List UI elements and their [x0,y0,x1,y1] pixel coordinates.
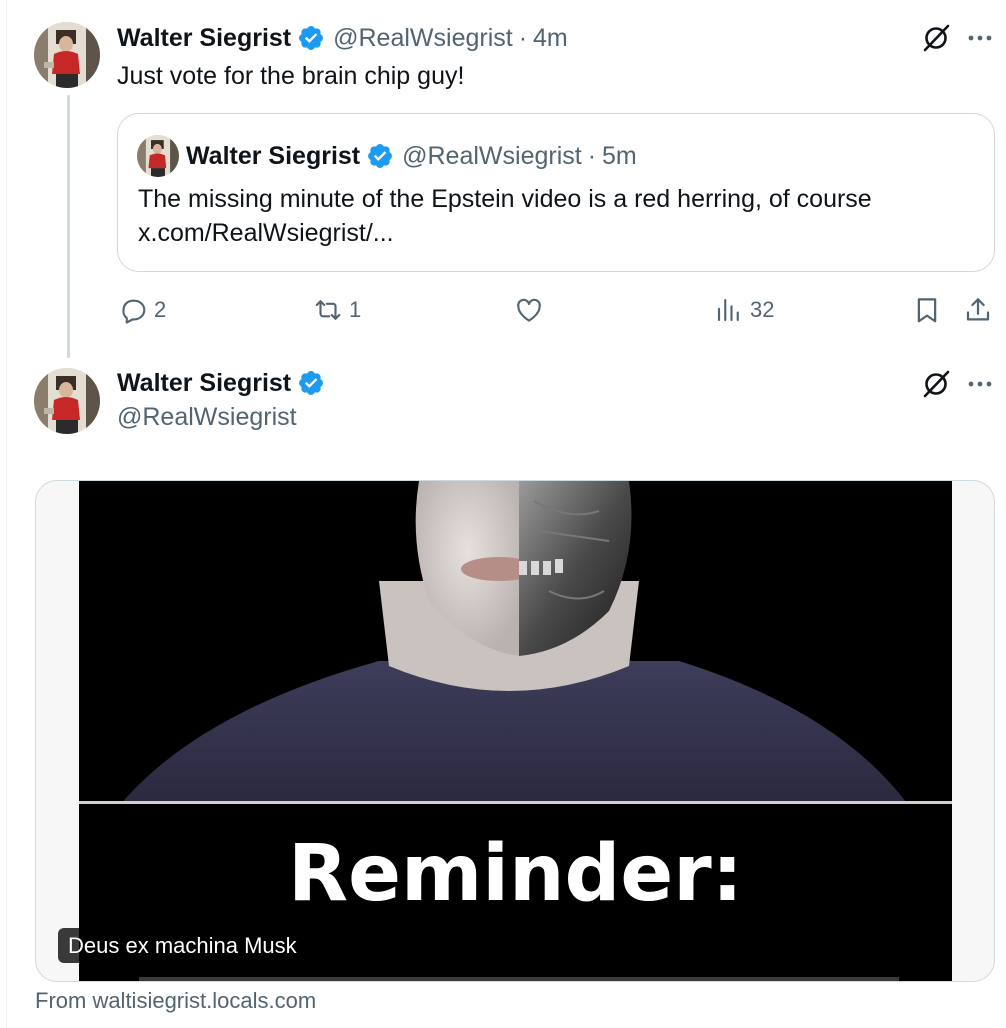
verified-badge-icon[interactable] [297,369,325,397]
quoted-tweet-link[interactable]: x.com/RealWsiegrist/... [138,218,394,248]
quoted-tweet-timestamp: 5m [602,141,637,170]
thread-connector-line [67,95,70,358]
verified-badge-icon [366,142,394,170]
quoted-tweet-header: Walter Siegrist @RealWsiegrist · 5m [186,140,637,172]
reply-button[interactable]: 2 [118,292,166,328]
views-count: 32 [750,297,775,322]
more-options-icon[interactable] [965,369,995,399]
link-card[interactable]: Reminder: Deus ex machina Musk [35,480,995,982]
quoted-author-handle: @RealWsiegrist [402,141,582,170]
separator-dot: · [587,141,597,170]
like-icon [514,295,544,325]
quoted-avatar [137,135,179,177]
quoted-tweet[interactable]: Walter Siegrist @RealWsiegrist · 5m The … [117,113,995,272]
grok-icon[interactable] [920,22,952,54]
reply-icon [118,295,148,325]
repost-button[interactable]: 1 [313,292,361,328]
avatar[interactable] [34,22,100,88]
avatar[interactable] [34,368,100,434]
link-card-source[interactable]: From waltisiegrist.locals.com [35,988,316,1014]
tweet-header: Walter Siegrist @RealWsiegrist · 4m [117,22,568,54]
repost-count: 1 [349,297,362,322]
link-card-image[interactable]: Reminder: [79,481,952,981]
reply-count: 2 [154,297,167,322]
quoted-tweet-text-line1: The missing minute of the Epstein video … [138,185,872,213]
views-button[interactable]: 32 [714,292,774,328]
link-card-title: Deus ex machina Musk [58,928,307,963]
more-options-icon[interactable] [965,23,995,53]
verified-badge-icon[interactable] [297,24,325,52]
author-name[interactable]: Walter Siegrist [117,369,291,398]
author-name[interactable]: Walter Siegrist [117,24,291,53]
share-button[interactable] [963,292,993,328]
tweet-timestamp[interactable]: 4m [533,24,568,53]
separator-dot: · [518,23,528,52]
repost-icon [313,295,343,325]
bookmark-button[interactable] [912,292,942,328]
bookmark-icon [912,295,942,325]
tweet-header: Walter Siegrist [117,367,333,399]
tweet-text: Just vote for the brain chip guy! [117,62,465,90]
author-handle[interactable]: @RealWsiegrist [333,24,513,53]
author-handle[interactable]: @RealWsiegrist [117,402,297,432]
timeline-border [6,0,7,1028]
quoted-author-name: Walter Siegrist [186,141,361,170]
share-icon [963,295,993,325]
like-button[interactable] [514,292,550,328]
grok-icon[interactable] [920,368,952,400]
meme-headline-text: Reminder: [288,829,743,919]
views-icon [714,295,744,325]
